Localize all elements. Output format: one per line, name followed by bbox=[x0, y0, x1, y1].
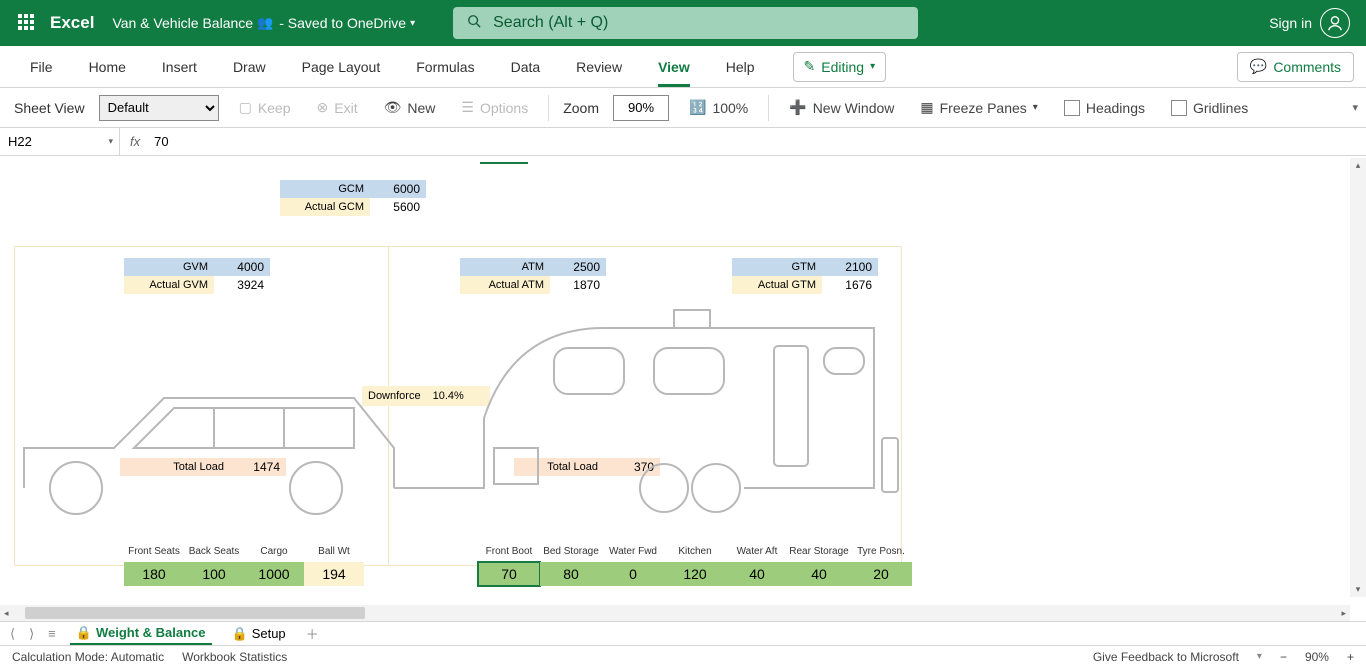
all-sheets-icon[interactable]: ≡ bbox=[48, 626, 56, 641]
gvm-label[interactable]: GVM bbox=[124, 258, 214, 276]
search-input[interactable]: Search (Alt + Q) bbox=[453, 7, 918, 39]
app-launcher-icon[interactable] bbox=[18, 14, 36, 32]
tab-insert[interactable]: Insert bbox=[144, 46, 215, 87]
column-header[interactable]: Kitchen bbox=[664, 546, 726, 562]
column-header[interactable]: Rear Storage bbox=[788, 546, 850, 562]
sheet-nav-prev[interactable]: ⟨ bbox=[10, 626, 15, 642]
chevron-down-icon: ▾ bbox=[870, 61, 875, 72]
load-cell[interactable]: 180 bbox=[124, 562, 184, 586]
ribbon-collapse-icon[interactable]: ▾ bbox=[1352, 101, 1358, 114]
tab-page-layout[interactable]: Page Layout bbox=[284, 46, 399, 87]
editing-mode-button[interactable]: ✎ Editing ▾ bbox=[793, 52, 887, 82]
tab-draw[interactable]: Draw bbox=[215, 46, 284, 87]
actual-gcm-value[interactable]: 5600 bbox=[370, 198, 426, 216]
gridlines-toggle[interactable]: Gridlines bbox=[1165, 100, 1254, 116]
gvm-value[interactable]: 4000 bbox=[214, 258, 270, 276]
tab-data[interactable]: Data bbox=[493, 46, 559, 87]
gtm-value[interactable]: 2100 bbox=[822, 258, 878, 276]
feedback-link[interactable]: Give Feedback to Microsoft bbox=[1093, 650, 1239, 664]
zoom-label: Zoom bbox=[563, 100, 599, 116]
load-cell[interactable]: 70 bbox=[478, 562, 540, 586]
window-icon: ➕ bbox=[789, 99, 806, 116]
tab-view[interactable]: View bbox=[640, 46, 708, 87]
atm-label[interactable]: ATM bbox=[460, 258, 550, 276]
pencil-icon: ✎ bbox=[804, 58, 816, 75]
list-icon: ☰ bbox=[461, 99, 474, 116]
keep-button: ▢Keep bbox=[233, 99, 297, 116]
exit-icon: ⊗ bbox=[317, 99, 329, 116]
sheet-view-label: Sheet View bbox=[14, 100, 85, 116]
tab-review[interactable]: Review bbox=[558, 46, 640, 87]
freeze-panes-button[interactable]: ▦Freeze Panes▾ bbox=[914, 99, 1043, 116]
zoom-in-button[interactable]: + bbox=[1347, 650, 1354, 664]
load-cell[interactable]: 40 bbox=[788, 562, 850, 586]
formula-input[interactable]: 70 bbox=[150, 134, 168, 149]
name-box[interactable]: H22▾ bbox=[0, 128, 120, 155]
lock-icon: 🔒 bbox=[76, 625, 92, 641]
actual-gcm-label[interactable]: Actual GCM bbox=[280, 198, 370, 216]
gcm-label[interactable]: GCM bbox=[280, 180, 370, 198]
column-header[interactable]: Back Seats bbox=[184, 546, 244, 562]
column-header[interactable]: Bed Storage bbox=[540, 546, 602, 562]
tab-help[interactable]: Help bbox=[708, 46, 773, 87]
gtm-label[interactable]: GTM bbox=[732, 258, 822, 276]
options-button: ☰Options bbox=[455, 99, 534, 116]
column-header[interactable]: Front Boot bbox=[478, 546, 540, 562]
avatar-icon[interactable] bbox=[1320, 8, 1350, 38]
exit-button: ⊗Exit bbox=[311, 99, 364, 116]
help-dropdown-icon[interactable]: ▾ bbox=[1257, 651, 1262, 662]
workbook-stats[interactable]: Workbook Statistics bbox=[182, 650, 287, 664]
column-header[interactable]: Front Seats bbox=[124, 546, 184, 562]
load-cell[interactable]: 194 bbox=[304, 562, 364, 586]
comment-icon: 💬 bbox=[1250, 58, 1267, 75]
app-name: Excel bbox=[50, 13, 94, 33]
tab-file[interactable]: File bbox=[12, 46, 71, 87]
column-header[interactable]: Water Fwd bbox=[602, 546, 664, 562]
hundred-icon: 🔢 bbox=[689, 99, 706, 116]
load-cell[interactable]: 0 bbox=[602, 562, 664, 586]
sheet-nav-next[interactable]: ⟩ bbox=[29, 626, 34, 642]
new-window-button[interactable]: ➕New Window bbox=[783, 99, 900, 116]
zoom-out-button[interactable]: − bbox=[1280, 650, 1287, 664]
column-header[interactable]: Cargo bbox=[244, 546, 304, 562]
document-name[interactable]: Van & Vehicle Balance bbox=[112, 15, 253, 31]
horizontal-scrollbar[interactable]: ◂▸ bbox=[0, 605, 1350, 621]
column-header[interactable]: Ball Wt bbox=[304, 546, 364, 562]
atm-value[interactable]: 2500 bbox=[550, 258, 606, 276]
signin-button[interactable]: Sign in bbox=[1269, 15, 1312, 31]
gcm-value[interactable]: 6000 bbox=[370, 180, 426, 198]
calc-mode[interactable]: Calculation Mode: Automatic bbox=[12, 650, 164, 664]
zoom-select[interactable] bbox=[613, 95, 669, 121]
column-header[interactable]: Tyre Posn. bbox=[850, 546, 912, 562]
column-header[interactable]: Water Aft bbox=[726, 546, 788, 562]
tab-formulas[interactable]: Formulas bbox=[398, 46, 492, 87]
eye-icon: 👁 bbox=[384, 99, 402, 116]
vertical-scrollbar[interactable]: ▴▾ bbox=[1350, 158, 1366, 597]
load-cell[interactable]: 20 bbox=[850, 562, 912, 586]
keep-icon: ▢ bbox=[239, 99, 252, 116]
lock-icon: 🔒 bbox=[232, 626, 248, 642]
load-cell[interactable]: 80 bbox=[540, 562, 602, 586]
search-icon bbox=[467, 14, 481, 33]
share-icon: 👥 bbox=[257, 15, 273, 31]
headings-toggle[interactable]: Headings bbox=[1058, 100, 1151, 116]
hundred-button[interactable]: 🔢100% bbox=[683, 99, 754, 116]
save-status[interactable]: - Saved to OneDrive bbox=[279, 15, 406, 31]
zoom-level[interactable]: 90% bbox=[1305, 650, 1329, 664]
search-placeholder: Search (Alt + Q) bbox=[493, 14, 608, 32]
load-cell[interactable]: 120 bbox=[664, 562, 726, 586]
fx-icon[interactable]: fx bbox=[120, 134, 150, 149]
sheet-tab-setup[interactable]: 🔒Setup bbox=[226, 622, 292, 645]
sheet-view-select[interactable]: Default bbox=[99, 95, 219, 121]
new-button[interactable]: 👁New bbox=[378, 99, 442, 116]
load-cell[interactable]: 1000 bbox=[244, 562, 304, 586]
sheet-tab-weight-balance[interactable]: 🔒Weight & Balance bbox=[70, 622, 212, 645]
new-sheet-button[interactable]: ＋ bbox=[306, 624, 319, 643]
tab-home[interactable]: Home bbox=[71, 46, 144, 87]
load-cell[interactable]: 100 bbox=[184, 562, 244, 586]
chevron-down-icon[interactable]: ▾ bbox=[410, 18, 415, 29]
comments-button[interactable]: 💬 Comments bbox=[1237, 52, 1354, 82]
freeze-icon: ▦ bbox=[920, 99, 933, 116]
load-cell[interactable]: 40 bbox=[726, 562, 788, 586]
